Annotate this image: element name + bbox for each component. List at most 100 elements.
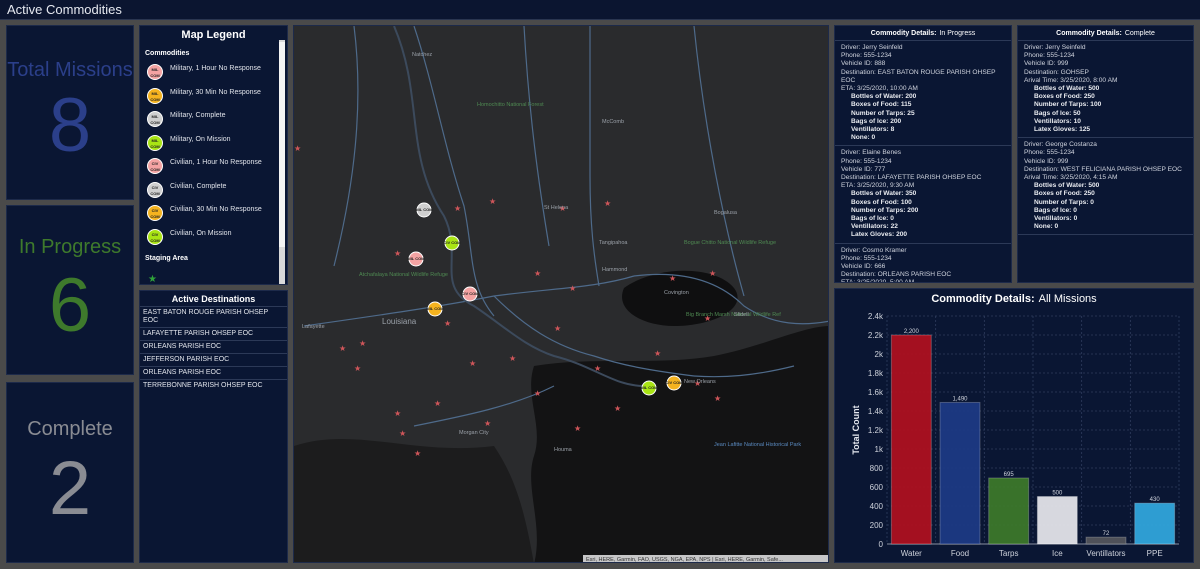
- record-commodity: None: 0: [851, 134, 876, 142]
- total-missions-value: 8: [48, 83, 92, 168]
- record-commodity-row: Bottles of Water: 500: [1024, 182, 1187, 190]
- svg-text:★: ★: [414, 449, 421, 458]
- record-destination: Destination: WEST FELICIANA PARISH OHSEP…: [1024, 165, 1182, 173]
- legend-item: CIV COM Civilian, 1 Hour No Response: [145, 157, 287, 181]
- record-commodity: Ventillators: 22: [851, 223, 898, 231]
- record-commodity: Number of Tarps: 100: [1034, 101, 1102, 109]
- record-commodity: Bottles of Water: 200: [851, 93, 917, 101]
- commodity-marker-icon: CIV COM: [147, 181, 163, 198]
- svg-text:★: ★: [294, 144, 301, 153]
- legend-item-label: Military, Complete: [170, 112, 226, 119]
- svg-text:★: ★: [454, 204, 461, 213]
- svg-text:★: ★: [669, 274, 676, 283]
- svg-text:★: ★: [509, 354, 516, 363]
- map-label: Hammond: [602, 267, 627, 273]
- record-commodity: Bags of Ice: 0: [851, 215, 894, 223]
- record-driver: Driver: Cosmo Kramer: [841, 246, 907, 254]
- commodity-record: Driver: Jerry Seinfeld Phone: 555-1234 Veh…: [1018, 41, 1193, 139]
- record-commodity: None: 0: [1034, 223, 1059, 231]
- svg-text:★: ★: [604, 199, 611, 208]
- record-commodity: Latex Gloves: 125: [1034, 126, 1091, 134]
- record-commodity-row: Ventillators: 0: [1024, 215, 1187, 223]
- active-destinations-panel: Active Destinations EAST BATON ROUGE PAR…: [139, 290, 288, 563]
- record-commodity-row: Bags of Ice: 0: [841, 215, 1005, 223]
- complete-label: Complete: [27, 418, 113, 440]
- legend-item: CIV COM Civilian, 30 Min No Response: [145, 204, 287, 228]
- record-commodity-row: Ventillators: 10: [1024, 118, 1187, 126]
- in-progress-details-panel[interactable]: Commodity Details: In Progress Driver: Je…: [834, 25, 1012, 283]
- svg-text:MIL COM: MIL COM: [426, 306, 444, 311]
- svg-text:★: ★: [399, 429, 406, 438]
- destination-item[interactable]: TERREBONNE PARISH OHSEP EOC: [140, 379, 287, 392]
- y-tick-label: 0: [879, 540, 884, 549]
- record-driver: Driver: George Costanza: [1024, 141, 1097, 149]
- map-legend-panel[interactable]: Map Legend Commodities MIL COM Military, …: [139, 25, 288, 285]
- record-commodity: Number of Tarps: 200: [851, 206, 919, 214]
- destination-item[interactable]: JEFFERSON PARISH EOC: [140, 353, 287, 366]
- legend-section-staging: Staging Area: [145, 255, 188, 262]
- commodity-marker-icon: CIV COM: [147, 205, 163, 221]
- x-tick-label: PPE: [1147, 549, 1163, 558]
- record-commodity-row: Bags of Ice: 200: [841, 118, 1005, 126]
- map-label: Slidell: [734, 312, 749, 318]
- y-tick-label: 200: [870, 521, 884, 530]
- x-tick-label: Tarps: [999, 549, 1019, 558]
- record-commodity-row: None: 0: [841, 134, 1005, 142]
- record-commodity-row: Boxes of Food: 250: [1024, 93, 1187, 101]
- record-commodity: Bags of Ice: 0: [1034, 206, 1077, 214]
- map-label: New Orleans: [684, 379, 716, 385]
- map-label: Tangipahoa: [599, 240, 628, 246]
- legend-scrollbar-thumb[interactable]: [279, 42, 285, 247]
- svg-text:MIL COM: MIL COM: [640, 385, 658, 390]
- record-commodity-row: None: 0: [1024, 223, 1187, 231]
- record-commodity-row: Bottles of Water: 350: [841, 190, 1005, 198]
- legend-scrollbar[interactable]: [279, 40, 285, 284]
- commodity-record: Driver: Cosmo Kramer Phone: 555-1234 Vehic…: [835, 244, 1011, 283]
- complete-details-title: Commodity Details: Complete: [1056, 30, 1155, 37]
- record-commodity-row: Bags of Ice: 0: [1024, 207, 1187, 215]
- record-commodity: Bags of Ice: 200: [851, 117, 902, 125]
- complete-value: 2: [48, 446, 92, 531]
- record-vehicle: Vehicle ID: 999: [1024, 60, 1069, 68]
- svg-text:★: ★: [469, 359, 476, 368]
- record-driver: Driver: Jerry Seinfeld: [1024, 44, 1086, 51]
- map-label: Bogue Chitto National Wildlife Refuge: [684, 240, 776, 246]
- svg-text:★: ★: [594, 364, 601, 373]
- record-commodity-row: Bottles of Water: 200: [841, 93, 1005, 101]
- record-time: ETA: 3/25/2020, 5:00 AM: [841, 279, 915, 283]
- record-commodity: Bottles of Water: 500: [1034, 182, 1100, 190]
- complete-panel: Complete 2: [6, 382, 134, 563]
- destinations-title: Active Destinations: [171, 294, 256, 304]
- legend-item: MIL COM Military, 30 Min No Response: [145, 87, 287, 111]
- svg-text:★: ★: [569, 284, 576, 293]
- y-tick-label: 600: [870, 483, 884, 492]
- record-commodity: Number of Tarps: 0: [1034, 198, 1094, 206]
- record-commodity: Boxes of Food: 250: [1034, 93, 1095, 101]
- record-commodity-row: Ventillators: 8: [841, 126, 1005, 134]
- legend-item: MIL COM Military, On Mission: [145, 134, 287, 158]
- map-label: Atchafalaya National Wildlife Refuge: [359, 272, 448, 278]
- record-vehicle: Vehicle ID: 666: [841, 263, 886, 271]
- record-time: ETA: 3/25/2020, 10:00 AM: [841, 85, 918, 93]
- legend-item: CIV COM Civilian, On Mission: [145, 228, 287, 252]
- svg-text:★: ★: [484, 419, 491, 428]
- complete-details-panel[interactable]: Commodity Details: Complete Driver: Jerry…: [1017, 25, 1194, 283]
- record-destination: Destination: LAFAYETTE PARISH OHSEP EOC: [841, 174, 982, 182]
- map-view[interactable]: ★ ★ ★ ★ ★ ★ ★ ★ ★ ★ ★ ★ ★ ★ ★ ★ ★ ★ ★ ★ ★ ★ ★ ★ ★ ★ ★ ★ ★ ★ …: [293, 25, 829, 563]
- record-commodity-row: Latex Gloves: 200: [841, 231, 1005, 239]
- bar-value-label: 500: [1052, 491, 1063, 497]
- map-label: Bogalusa: [714, 210, 738, 216]
- map-canvas[interactable]: ★★★ ★★★ ★★★ ★★★ ★★★ ★★★ ★★★ ★★★ ★★★ ★★★ …: [294, 26, 829, 563]
- commodity-marker-icon: MIL COM: [147, 64, 163, 80]
- destination-item[interactable]: ORLEANS PARISH EOC: [140, 366, 287, 379]
- destination-item[interactable]: EAST BATON ROUGE PARISH OHSEP EOC: [140, 306, 287, 327]
- bar-value-label: 1,490: [952, 396, 968, 402]
- svg-text:CIV COM: CIV COM: [443, 240, 461, 245]
- destination-item[interactable]: ORLEANS PARISH EOC: [140, 340, 287, 353]
- map-label: McComb: [602, 119, 624, 125]
- record-time: Arival Time: 3/25/2020, 4:15 AM: [1024, 174, 1118, 182]
- svg-text:★: ★: [709, 269, 716, 278]
- map-attribution: Esri, HERE, Garmin, FAO, USGS, NGA, EPA,…: [586, 557, 783, 563]
- destination-item[interactable]: LAFAYETTE PARISH OHSEP EOC: [140, 327, 287, 340]
- record-phone: Phone: 555-1234: [1024, 52, 1075, 60]
